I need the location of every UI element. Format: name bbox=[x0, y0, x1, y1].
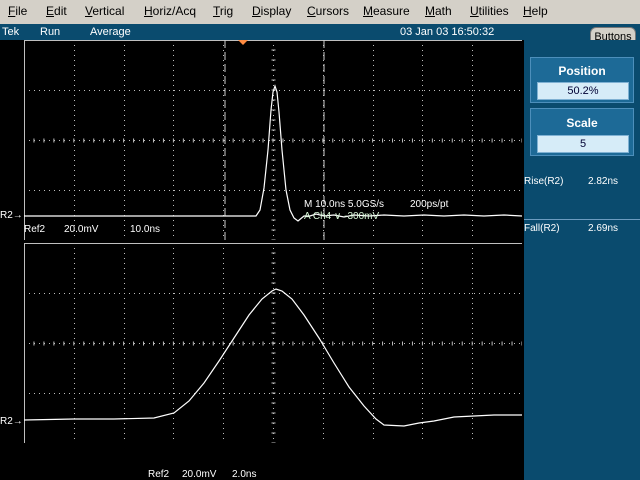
scale-value[interactable]: 5 bbox=[537, 135, 629, 153]
rise-measurement[interactable]: Rise(R2) 2.82ns bbox=[524, 176, 618, 187]
bottom-ref-label: Ref2 bbox=[148, 469, 170, 480]
menu-cursors[interactable]: Cursors bbox=[307, 4, 349, 18]
bottom-waveform-trace bbox=[24, 288, 522, 427]
menu-measure[interactable]: Measure bbox=[363, 4, 410, 18]
fall-measurement[interactable]: Fall(R2) 2.69ns bbox=[524, 223, 618, 234]
scale-title: Scale bbox=[566, 116, 598, 130]
trigger-label: A Ch4 ∨ -300mV bbox=[304, 211, 380, 222]
menu-help[interactable]: Help bbox=[523, 4, 548, 18]
position-value[interactable]: 50.2% bbox=[537, 82, 629, 100]
menu-display[interactable]: Display bbox=[252, 4, 291, 18]
brand-label: Tek bbox=[2, 26, 20, 38]
position-control[interactable]: Position 50.2% bbox=[530, 57, 634, 103]
menu-utilities[interactable]: Utilities bbox=[470, 4, 509, 18]
bottom-graticule bbox=[24, 243, 522, 443]
position-title: Position bbox=[558, 64, 606, 78]
points-label: 200ps/pt bbox=[410, 199, 449, 210]
bottom-volts-label: 20.0mV bbox=[182, 469, 217, 480]
menu-bar: File Edit Vertical Horiz/Acq Trig Displa… bbox=[0, 0, 640, 24]
rise-value: 2.82ns bbox=[588, 176, 619, 187]
right-panel bbox=[524, 40, 640, 480]
fall-value: 2.69ns bbox=[588, 223, 619, 234]
fall-label: Fall(R2) bbox=[524, 223, 560, 234]
top-ref-label: Ref2 bbox=[24, 224, 46, 235]
date-time: 03 Jan 03 16:50:32 bbox=[400, 26, 495, 38]
top-volts-label: 20.0mV bbox=[64, 224, 99, 235]
measurement-divider bbox=[524, 219, 640, 220]
menu-math[interactable]: Math bbox=[425, 4, 452, 18]
acquisition-mode: Average bbox=[90, 26, 131, 38]
menu-file[interactable]: File bbox=[8, 4, 27, 18]
menu-trig[interactable]: Trig bbox=[213, 4, 233, 18]
menu-horiz-acq[interactable]: Horiz/Acq bbox=[144, 4, 196, 18]
scale-control[interactable]: Scale 5 bbox=[530, 108, 634, 156]
menu-vertical[interactable]: Vertical bbox=[85, 4, 124, 18]
trigger-position-marker[interactable] bbox=[238, 40, 248, 45]
rise-label: Rise(R2) bbox=[524, 176, 564, 187]
r2-marker-top[interactable]: R2→ bbox=[0, 210, 24, 224]
top-time-label: 10.0ns bbox=[130, 224, 161, 235]
r2-marker-bottom[interactable]: R2→ bbox=[0, 416, 24, 430]
top-waveform-display[interactable] bbox=[24, 40, 522, 240]
bottom-time-label: 2.0ns bbox=[232, 469, 257, 480]
acquisition-label: M 10.0ns 5.0GS/s bbox=[304, 199, 385, 210]
top-graticule bbox=[24, 40, 522, 240]
status-bar: Tek Run Average 03 Jan 03 16:50:32 bbox=[0, 24, 640, 40]
run-status: Run bbox=[40, 26, 61, 38]
bottom-waveform-display[interactable] bbox=[24, 243, 522, 443]
menu-edit[interactable]: Edit bbox=[46, 4, 67, 18]
